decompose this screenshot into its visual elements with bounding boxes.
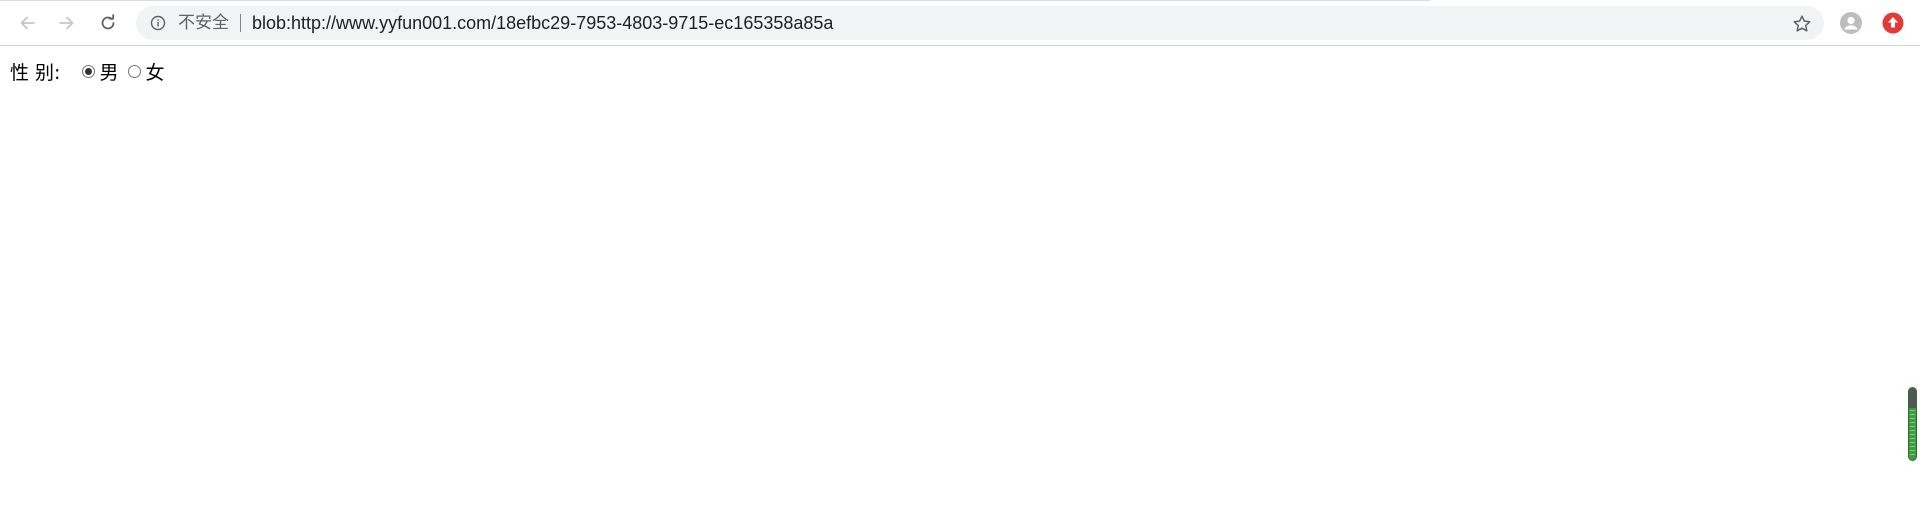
security-label[interactable]: 不安全 [178, 13, 229, 33]
arrow-right-icon [59, 16, 74, 30]
reload-button[interactable] [93, 8, 123, 38]
gender-label: 性 别: [10, 61, 61, 84]
separator [240, 14, 241, 32]
scroll-widget-grip [1910, 410, 1915, 456]
scroll-widget-cap [1909, 388, 1916, 408]
upload-extension-icon[interactable] [1882, 12, 1904, 34]
radio-male-label[interactable]: 男 [99, 58, 118, 85]
floating-scroll-widget[interactable] [1908, 387, 1917, 461]
address-bar[interactable]: 不安全 blob:http://www.yyfun001.com/18efbc2… [136, 6, 1824, 40]
back-button[interactable] [12, 8, 42, 38]
radio-female-label[interactable]: 女 [145, 58, 164, 85]
url-text[interactable]: blob:http://www.yyfun001.com/18efbc29-79… [252, 13, 833, 33]
arrow-left-icon [20, 16, 35, 30]
star-icon[interactable] [1792, 14, 1812, 34]
radio-male[interactable] [82, 64, 96, 78]
browser-toolbar: 不安全 blob:http://www.yyfun001.com/18efbc2… [0, 0, 1920, 46]
reload-icon [101, 14, 115, 30]
tab-strip-edge [0, 0, 1430, 1]
radio-option-male[interactable]: 男 [82, 58, 118, 85]
radio-option-female[interactable]: 女 [128, 58, 164, 85]
info-circle-icon[interactable] [150, 15, 166, 31]
forward-button[interactable] [52, 8, 82, 38]
avatar-icon[interactable] [1840, 12, 1862, 34]
radio-female[interactable] [128, 64, 142, 78]
gender-row: 性 别: 男 女 [10, 58, 174, 85]
page-content: 性 别: 男 女 [0, 46, 1920, 530]
